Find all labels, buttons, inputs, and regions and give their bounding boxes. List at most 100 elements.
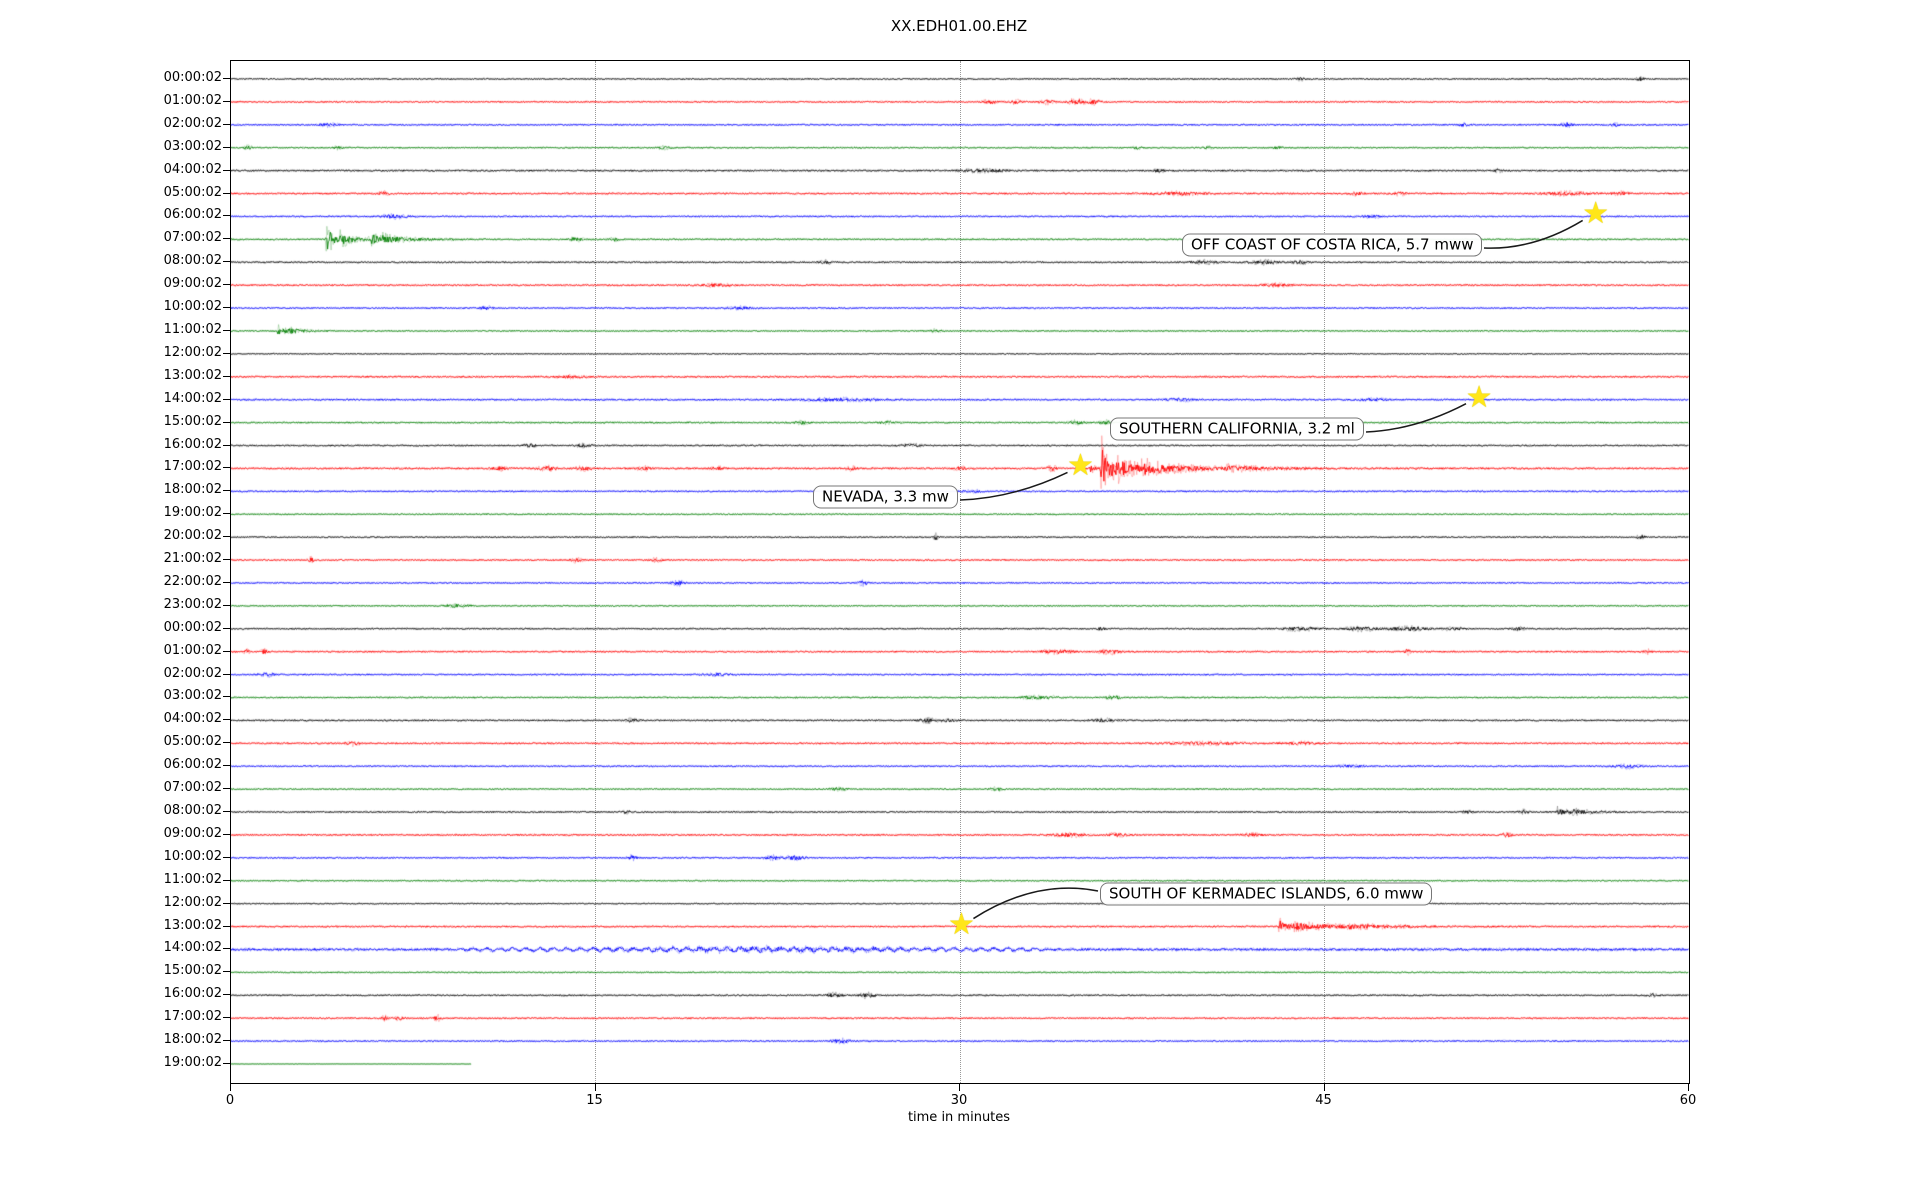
y-tick-mark: [223, 879, 230, 881]
y-tick-mark: [223, 811, 230, 813]
y-tick-mark: [223, 971, 230, 973]
y-tick-label: 13:00:02: [163, 367, 222, 383]
event-annotation-box: SOUTH OF KERMADEC ISLANDS, 6.0 mww: [1100, 882, 1433, 906]
y-tick-mark: [223, 673, 230, 675]
y-tick-label: 05:00:02: [163, 184, 222, 200]
x-tick-mark: [1688, 1084, 1689, 1091]
y-tick-label: 11:00:02: [163, 871, 222, 887]
y-tick-mark: [223, 536, 230, 538]
y-tick-mark: [223, 375, 230, 377]
y-tick-mark: [223, 261, 230, 263]
y-tick-mark: [223, 948, 230, 950]
y-tick-label: 12:00:02: [163, 344, 222, 360]
y-tick-label: 07:00:02: [163, 230, 222, 246]
y-tick-label: 14:00:02: [163, 940, 222, 956]
y-tick-label: 17:00:02: [163, 459, 222, 475]
x-tick-mark: [1323, 1084, 1325, 1091]
y-tick-label: 13:00:02: [163, 917, 222, 933]
y-tick-mark: [223, 719, 230, 721]
y-tick-label: 07:00:02: [163, 780, 222, 796]
y-tick-label: 15:00:02: [163, 413, 222, 429]
y-tick-mark: [223, 238, 230, 240]
y-tick-mark: [223, 1063, 230, 1064]
y-tick-mark: [223, 513, 230, 515]
y-tick-mark: [223, 444, 230, 446]
y-tick-mark: [223, 1017, 230, 1019]
y-tick-label: 10:00:02: [163, 848, 222, 864]
y-tick-label: 18:00:02: [163, 482, 222, 498]
seismogram-figure: XX.EDH01.00.EHZ 00:00:02 01:00:02 02:00:02…: [0, 0, 1920, 1200]
y-tick-label: 00:00:02: [163, 70, 222, 85]
plot-title: XX.EDH01.00.EHZ: [890, 17, 1028, 35]
y-tick-mark: [223, 765, 230, 767]
event-annotation-box: SOUTHERN CALIFORNIA, 3.2 ml: [1110, 417, 1364, 441]
x-tick-mark: [594, 1084, 596, 1091]
y-tick-mark: [223, 307, 230, 309]
y-tick-label: 09:00:02: [163, 825, 222, 841]
y-tick-mark: [223, 856, 230, 858]
y-tick-mark: [223, 650, 230, 652]
y-tick-label: 14:00:02: [163, 390, 222, 406]
y-tick-label: 11:00:02: [163, 321, 222, 337]
y-tick-label: 18:00:02: [163, 1032, 222, 1048]
x-tick-mark: [230, 1084, 231, 1091]
y-tick-label: 08:00:02: [163, 803, 222, 819]
event-star-icon: ★: [1067, 448, 1094, 484]
x-axis-title: time in minutes: [907, 1110, 1011, 1125]
y-tick-label: 10:00:02: [163, 299, 222, 315]
event-star-icon: ★: [947, 906, 975, 942]
y-tick-mark: [223, 1040, 230, 1042]
y-tick-label: 03:00:02: [163, 138, 222, 154]
y-tick-label: 06:00:02: [163, 757, 222, 773]
y-tick-mark: [223, 123, 230, 125]
y-tick-label: 02:00:02: [163, 665, 222, 681]
y-tick-label: 02:00:02: [163, 115, 222, 131]
y-tick-mark: [223, 925, 230, 927]
x-tick-label: 15: [586, 1093, 603, 1108]
y-tick-mark: [223, 169, 230, 171]
y-tick-mark: [223, 902, 230, 904]
y-tick-label: 19:00:02: [163, 1055, 222, 1070]
y-tick-mark: [223, 329, 230, 331]
y-tick-label: 16:00:02: [163, 986, 222, 1002]
y-tick-mark: [223, 604, 230, 606]
y-tick-mark: [223, 352, 230, 354]
y-tick-label: 12:00:02: [163, 894, 222, 910]
y-tick-mark: [223, 833, 230, 835]
y-tick-label: 19:00:02: [163, 505, 222, 521]
y-tick-label: 04:00:02: [163, 711, 222, 727]
y-tick-mark: [223, 696, 230, 698]
x-tick-label: 60: [1679, 1093, 1697, 1108]
y-tick-label: 06:00:02: [163, 207, 222, 223]
y-tick-label: 00:00:02: [163, 619, 222, 635]
y-tick-mark: [223, 192, 230, 194]
y-tick-mark: [223, 490, 230, 492]
y-tick-mark: [223, 215, 230, 217]
y-tick-label: 03:00:02: [163, 688, 222, 704]
x-tick-label: 30: [950, 1093, 968, 1108]
event-star-icon: ★: [1465, 379, 1493, 415]
y-tick-label: 01:00:02: [163, 642, 222, 658]
x-tick-label: 0: [225, 1093, 235, 1108]
y-tick-mark: [223, 146, 230, 148]
y-tick-label: 21:00:02: [163, 551, 222, 567]
x-tick-label: 45: [1315, 1093, 1332, 1108]
y-tick-label: 22:00:02: [163, 573, 222, 589]
y-tick-label: 15:00:02: [163, 963, 222, 979]
event-star-icon: ★: [1582, 196, 1610, 232]
y-tick-mark: [223, 627, 230, 629]
y-tick-label: 04:00:02: [163, 161, 222, 177]
y-tick-mark: [223, 994, 230, 996]
y-tick-mark: [223, 788, 230, 790]
y-tick-label: 08:00:02: [163, 253, 222, 269]
y-tick-label: 23:00:02: [163, 596, 222, 612]
y-tick-label: 09:00:02: [163, 276, 222, 292]
y-tick-label: 05:00:02: [163, 734, 222, 750]
event-annotation-box: OFF COAST OF COSTA RICA, 5.7 mww: [1182, 233, 1483, 257]
y-tick-mark: [223, 398, 230, 400]
x-tick-mark: [959, 1084, 960, 1091]
y-tick-label: 01:00:02: [163, 92, 222, 108]
y-tick-mark: [223, 284, 230, 286]
y-tick-label: 20:00:02: [163, 528, 222, 544]
y-tick-mark: [223, 100, 230, 102]
